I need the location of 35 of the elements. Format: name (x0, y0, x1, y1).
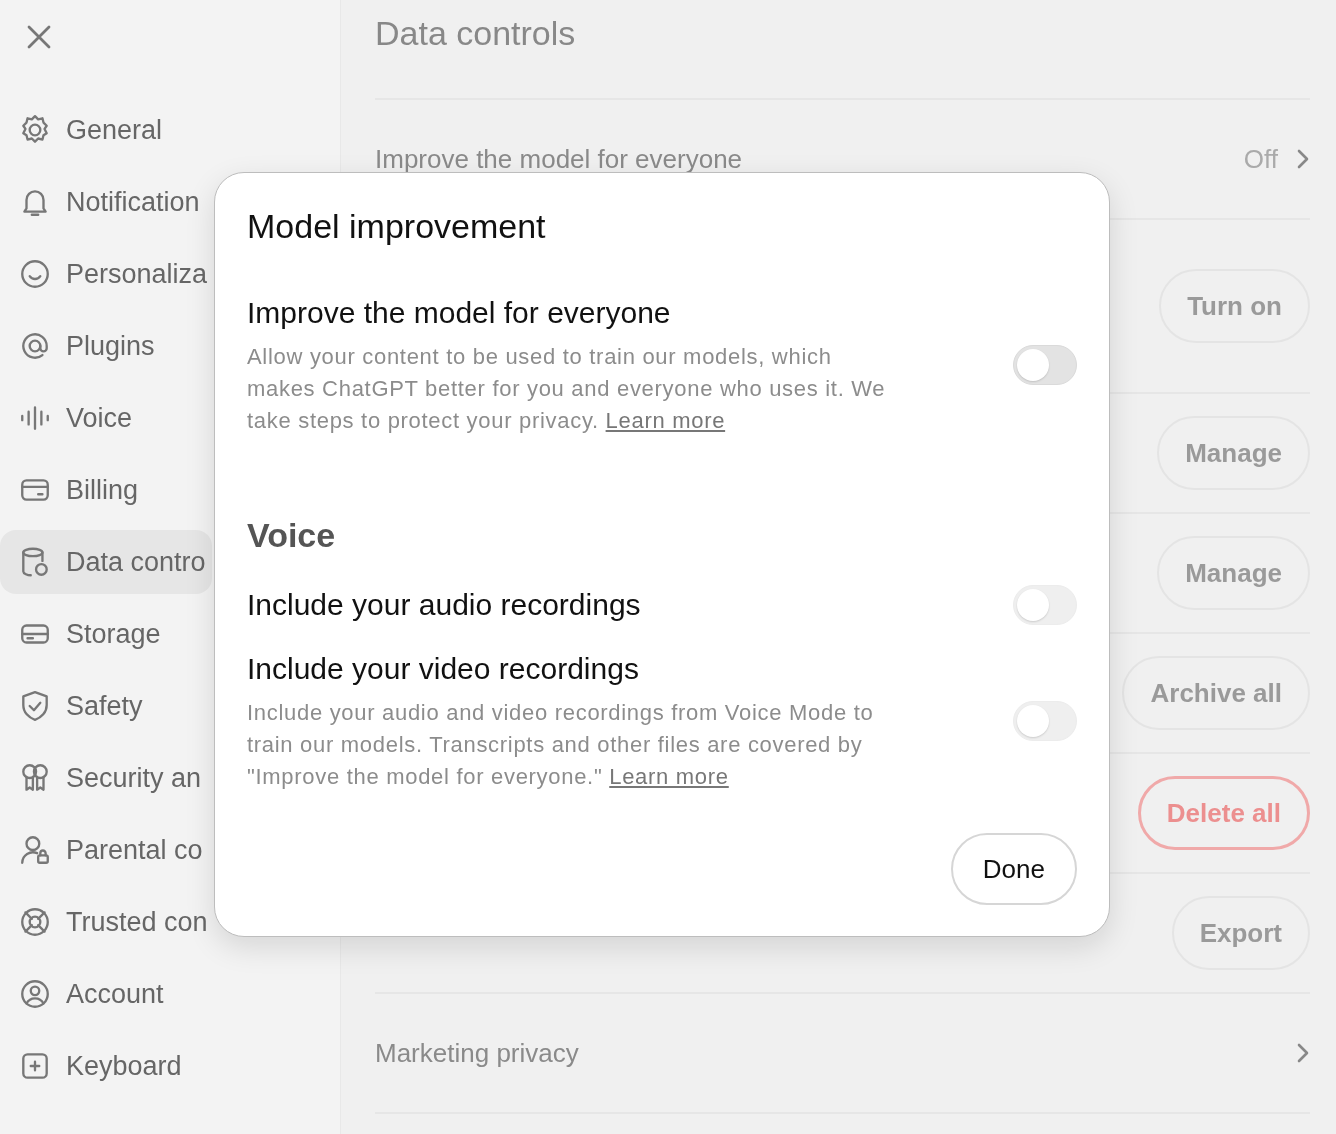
setting-value: Off (1243, 143, 1278, 175)
sidebar-item[interactable]: Storage (0, 602, 212, 666)
person-circle-icon (18, 977, 52, 1011)
smile-circle-icon (18, 257, 52, 291)
sidebar-item[interactable]: Voice (0, 386, 212, 450)
sidebar-item[interactable]: Billing (0, 458, 212, 522)
close-icon[interactable] (26, 24, 52, 50)
sidebar-item[interactable]: Safety (0, 674, 212, 738)
sidebar-item[interactable]: Notification (0, 170, 212, 234)
dialog-title: Model improvement (247, 206, 547, 247)
section-heading: Voice (247, 515, 337, 555)
page-title: Data controls (375, 0, 1310, 100)
setting-description: Allow your content to be used to train our models, which makes ChatGPT better for you and everyone who uses it. We take steps to protect your privacy. Learn more (247, 343, 887, 435)
sidebar-item[interactable]: Keyboard (0, 1034, 212, 1098)
sidebar-item[interactable]: Security an (0, 746, 212, 810)
done-button[interactable]: Done (950, 833, 1077, 905)
setting-title: Include your video recordings (247, 651, 640, 687)
setting-label: Improve the model for everyone (375, 143, 743, 175)
learn-more-link[interactable]: Learn more (605, 408, 726, 433)
chevron-right-icon (1296, 1041, 1310, 1065)
setting-label: Marketing privacy (375, 1037, 579, 1069)
setting-description: Include your audio and video recordings from Voice Mode to train our models. Transcripts and other files are covered by "Improve the model for everyone." Learn more (247, 699, 875, 791)
lifebuoy-icon (18, 905, 52, 939)
sidebar-item[interactable]: General (0, 98, 212, 162)
person-lock-icon (18, 833, 52, 867)
sidebar-item[interactable]: Plugins (0, 314, 212, 378)
sidebar-item[interactable]: Trusted con (0, 890, 212, 954)
setting-title: Include your audio recordings (247, 587, 642, 623)
toggle-switch[interactable] (1013, 345, 1077, 385)
setting-title: Improve the model for everyone (247, 295, 672, 331)
sidebar-item[interactable]: Account (0, 962, 212, 1026)
chevron-right-icon (1296, 147, 1310, 171)
sidebar-item[interactable]: Parental co (0, 818, 212, 882)
sidebar-item[interactable]: Personaliza (0, 242, 212, 306)
sidebar-item[interactable]: Data contro (0, 530, 212, 594)
